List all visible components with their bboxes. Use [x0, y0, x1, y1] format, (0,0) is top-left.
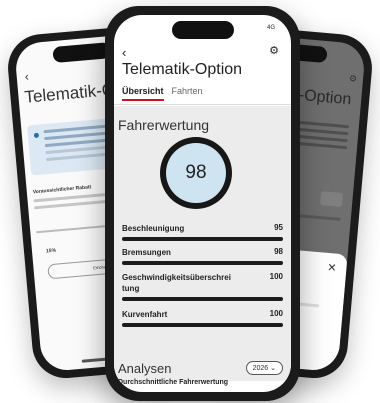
- metric-bar-acceleration: [122, 237, 283, 241]
- gear-icon[interactable]: ⚙: [269, 44, 279, 57]
- year-dropdown[interactable]: 2026 ⌄: [245, 361, 283, 375]
- expected-discount-label: Voraussichtlicher Rabatt: [32, 184, 92, 196]
- tab-trips[interactable]: Fahrten: [172, 86, 203, 101]
- tab-overview[interactable]: Übersicht: [122, 86, 164, 101]
- discount-percent: 15%: [45, 247, 57, 255]
- front-phone-screen: 4G ‹ ⚙ Telematik-Option Übersicht Fahrte…: [114, 15, 291, 392]
- tab-bar: Übersicht Fahrten: [122, 86, 203, 101]
- gear-icon[interactable]: ⚙: [348, 73, 358, 85]
- metric-bar-cornering: [122, 323, 283, 327]
- page-title: Telematik-Option: [122, 61, 243, 78]
- phone-notch: [171, 21, 234, 39]
- back-arrow-icon[interactable]: ‹: [24, 69, 29, 83]
- driver-score-heading: Fahrerwertung: [118, 117, 210, 133]
- front-phone-mockup: 4G ‹ ⚙ Telematik-Option Übersicht Fahrte…: [105, 6, 300, 401]
- metric-value-speeding: 100: [269, 272, 283, 281]
- analysis-heading: Analysen: [118, 361, 172, 376]
- tab-divider: [114, 104, 291, 105]
- metric-value-acceleration: 95: [274, 223, 283, 232]
- info-icon: [33, 132, 40, 139]
- metric-bar-speeding: [122, 297, 283, 301]
- metric-label-cornering: Kurvenfahrt: [122, 310, 168, 319]
- close-icon[interactable]: ✕: [327, 261, 337, 275]
- score-ring: 98: [160, 137, 232, 209]
- metric-bar-braking: [122, 261, 283, 265]
- analysis-subtitle: Durchschnittliche Fahrerwertung: [118, 379, 229, 386]
- phone-notch: [52, 42, 112, 64]
- metric-label-braking: Bremsungen: [122, 248, 171, 257]
- text-line: [297, 141, 348, 150]
- discount-value-box: [319, 191, 344, 207]
- left-page-title: Telematik-O: [23, 79, 116, 107]
- metric-value-braking: 98: [274, 247, 283, 256]
- right-page-title: -Option: [298, 86, 352, 109]
- back-arrow-icon[interactable]: ‹: [122, 45, 126, 60]
- score-value: 98: [166, 143, 226, 203]
- metric-label-acceleration: Beschleunigung: [122, 224, 185, 233]
- metric-label-speeding: Geschwindigkeitsüberschreitung: [122, 273, 231, 293]
- metric-value-cornering: 100: [269, 309, 283, 318]
- status-bar: 4G: [266, 25, 275, 31]
